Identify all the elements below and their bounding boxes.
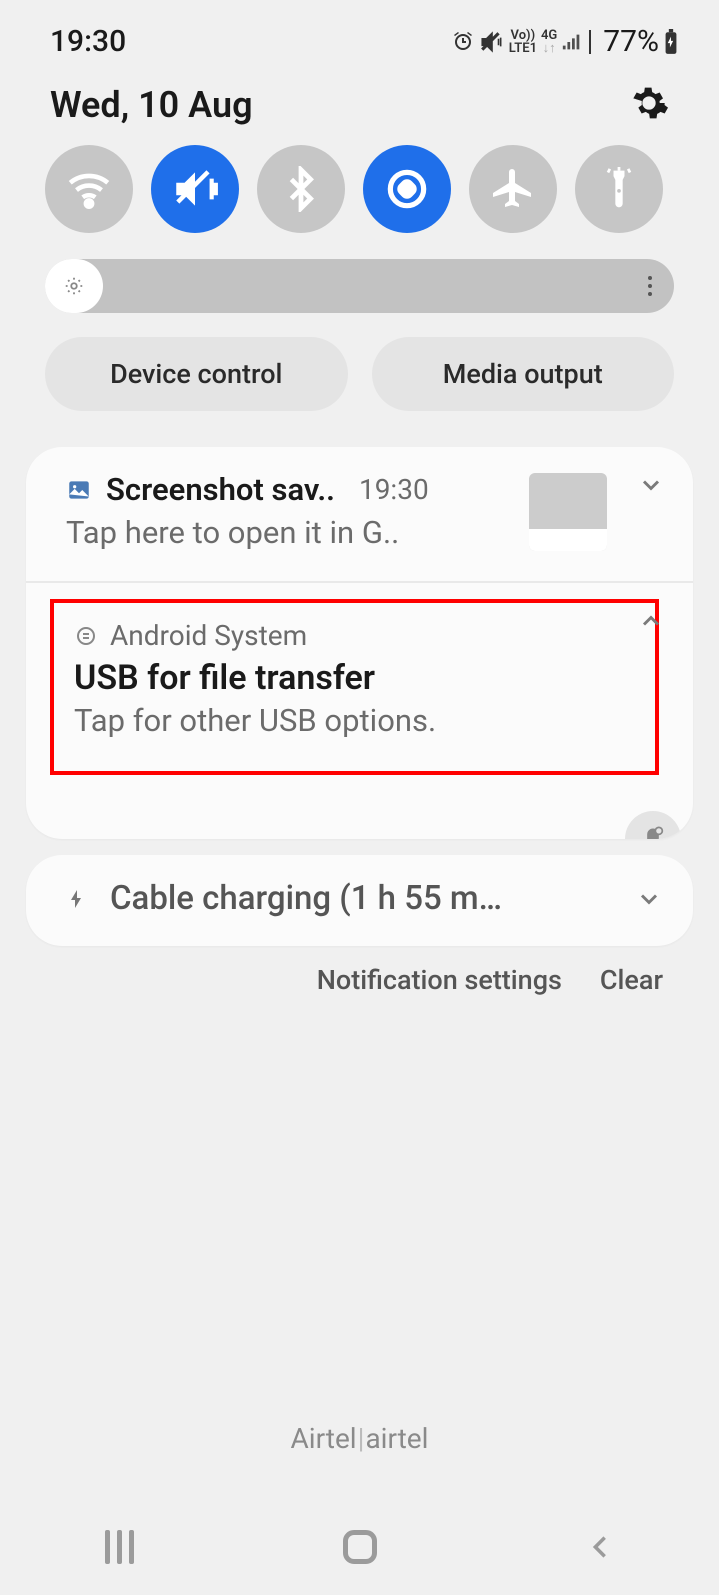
notification-time: 19:30	[359, 473, 429, 506]
brightness-slider[interactable]	[45, 259, 674, 313]
notification-footer: Notification settings Clear	[0, 946, 719, 996]
battery-percent: 77%	[603, 24, 659, 59]
settings-button[interactable]	[629, 83, 669, 127]
notification-title: Screenshot sav..	[106, 471, 335, 508]
chevron-up-icon	[637, 607, 665, 635]
battery-icon	[663, 29, 679, 55]
image-icon	[66, 477, 92, 503]
network-indicator: 4G ↓↑	[541, 29, 557, 55]
recents-button[interactable]	[105, 1530, 134, 1564]
airplane-toggle[interactable]	[469, 145, 557, 233]
notification-title: USB for file transfer	[74, 658, 635, 698]
sun-icon	[63, 275, 85, 297]
notification-usb[interactable]: Android System USB for file transfer Tap…	[26, 581, 693, 839]
chevron-down-icon[interactable]	[635, 885, 663, 913]
bell-icon	[639, 825, 667, 839]
notification-app-name: Android System	[110, 619, 307, 652]
brightness-menu-button[interactable]	[648, 276, 652, 296]
expand-button[interactable]	[637, 471, 665, 503]
home-button[interactable]	[343, 1530, 377, 1564]
highlight-annotation: Android System USB for file transfer Tap…	[50, 599, 659, 775]
collapse-button[interactable]	[637, 607, 665, 639]
date-text[interactable]: Wed, 10 Aug	[50, 84, 253, 126]
header-row: Wed, 10 Aug	[0, 69, 719, 145]
bluetooth-icon	[278, 166, 324, 212]
wifi-icon	[64, 164, 114, 214]
airplane-icon	[489, 165, 537, 213]
auto-rotate-icon	[382, 164, 432, 214]
signal-icon	[561, 31, 583, 53]
notification-settings-link[interactable]: Notification settings	[317, 964, 562, 996]
status-bar: 19:30 Vo)) LTE1 4G ↓↑ 77%	[0, 0, 719, 69]
alarm-icon	[451, 30, 475, 54]
status-time: 19:30	[50, 24, 126, 59]
device-control-button[interactable]: Device control	[45, 337, 348, 411]
flashlight-icon	[597, 167, 641, 211]
bolt-icon	[66, 884, 90, 914]
notification-group: Screenshot sav.. 19:30 Tap here to open …	[26, 447, 693, 839]
gear-icon	[629, 83, 669, 123]
screenshot-thumbnail[interactable]	[529, 473, 607, 551]
navigation-bar	[0, 1529, 719, 1565]
wifi-toggle[interactable]	[45, 145, 133, 233]
brightness-thumb[interactable]	[45, 259, 103, 313]
status-icons: Vo)) LTE1 4G ↓↑ 77%	[451, 24, 679, 59]
notification-body: Tap for other USB options.	[74, 702, 635, 739]
carrier-label: Airtel|airtel	[0, 1422, 719, 1455]
charging-text: Cable charging (1 h 55 m…	[110, 879, 615, 918]
volte-indicator: Vo)) LTE1	[509, 29, 537, 55]
clear-all-button[interactable]: Clear	[600, 964, 663, 996]
media-output-button[interactable]: Media output	[372, 337, 675, 411]
notification-snooze-button[interactable]	[625, 811, 681, 839]
vibrate-mute-icon	[479, 29, 505, 55]
bluetooth-toggle[interactable]	[257, 145, 345, 233]
notification-screenshot[interactable]: Screenshot sav.. 19:30 Tap here to open …	[26, 447, 693, 581]
sound-toggle[interactable]	[151, 145, 239, 233]
flashlight-toggle[interactable]	[575, 145, 663, 233]
vibrate-icon	[170, 164, 220, 214]
chevron-down-icon	[637, 471, 665, 499]
rotate-toggle[interactable]	[363, 145, 451, 233]
usb-icon	[74, 624, 98, 648]
back-button[interactable]	[586, 1529, 614, 1565]
notification-charging[interactable]: Cable charging (1 h 55 m…	[26, 855, 693, 946]
quick-settings	[0, 145, 719, 233]
back-icon	[586, 1529, 614, 1565]
control-chips: Device control Media output	[0, 337, 719, 411]
